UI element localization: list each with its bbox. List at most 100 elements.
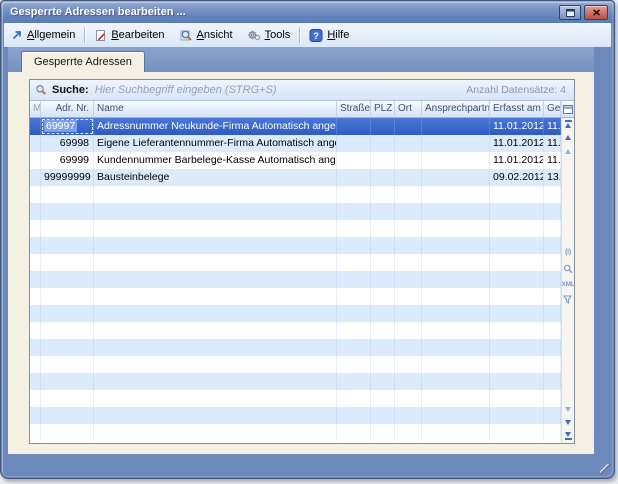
scroll-to-bottom-icon[interactable] [562,432,574,440]
cell-strasse [337,407,371,424]
cell-strasse [337,118,371,135]
column-header-ort[interactable]: Ort [395,101,422,117]
column-header-m[interactable]: M [30,101,41,117]
menu-item-bearbeiten[interactable]: Bearbeiten [87,23,171,47]
column-header-erfasst[interactable]: Erfasst am [490,101,544,117]
cell-m [30,407,41,424]
cell-erfasst: 09.02.2012 [490,169,544,186]
cell-erfasst [490,186,544,203]
cell-m [30,135,41,152]
cell-ort [395,203,422,220]
grid-body: 69997Adressnummer Neukunde-Firma Automat… [30,118,561,441]
column-chooser-icon [563,105,573,114]
table-row[interactable]: 69998Eigene Lieferantennummer-Firma Auto… [30,135,561,152]
selected-cell-text: 69997 [44,120,77,132]
close-icon [592,9,601,16]
menu-item-label: Bearbeiten [111,29,164,41]
table-row-empty [30,390,561,407]
cell-ansprechpartner [422,152,490,169]
cell-erfasst [490,424,544,441]
cell-ort [395,407,422,424]
cell-ort [395,424,422,441]
cell-plz [371,407,395,424]
tab-gesperrte-adressen[interactable]: Gesperrte Adressen [21,51,145,72]
column-header-strasse[interactable]: Straße [337,101,371,117]
cell-name [94,390,337,407]
filter-icon[interactable] [562,295,574,304]
cell-name: Kundennummer Barbelege-Kasse Automatisch… [94,152,337,169]
scroll-down-icon[interactable] [562,420,574,425]
cell-ansprechpartner [422,203,490,220]
table-row-empty [30,305,561,322]
cell-name [94,271,337,288]
cell-m [30,254,41,271]
column-header-name[interactable]: Name [94,101,337,117]
menu-item-label: Allgemein [27,29,75,41]
brackets-icon[interactable]: (I) [562,249,574,256]
cell-ge [544,407,561,424]
xml-icon[interactable]: XML [562,281,574,288]
grid-search-bar: Suche: Hier Suchbegriff eingeben (STRG+S… [30,80,574,101]
cell-ort [395,237,422,254]
column-header-plz[interactable]: PLZ [371,101,395,117]
cell-plz [371,339,395,356]
table-row-empty [30,186,561,203]
cell-m [30,186,41,203]
window-title: Gesperrte Adressen bearbeiten ... [1,6,186,18]
magnifier-icon[interactable] [562,264,574,274]
cell-m [30,288,41,305]
cell-m [30,237,41,254]
cell-ge: 13. [544,169,561,186]
cell-strasse [337,135,371,152]
cell-adr [41,322,94,339]
table-row[interactable]: 69999Kundennummer Barbelege-Kasse Automa… [30,152,561,169]
column-header-adr[interactable]: Adr. Nr. [41,101,94,117]
table-row[interactable]: 69997Adressnummer Neukunde-Firma Automat… [30,118,561,135]
cell-plz [371,152,395,169]
cell-m [30,271,41,288]
close-button[interactable] [584,5,608,20]
restore-button[interactable] [559,5,581,20]
cell-erfasst [490,305,544,322]
resize-grip[interactable] [600,464,611,475]
scroll-up-icon[interactable] [562,135,574,140]
cell-ansprechpartner [422,186,490,203]
menu-item-hilfe[interactable]: ? Hilfe [302,23,356,47]
cell-name [94,407,337,424]
scroll-to-top-icon[interactable] [562,120,574,128]
cell-adr [41,305,94,322]
cell-ansprechpartner [422,305,490,322]
cell-strasse [337,237,371,254]
svg-text:?: ? [313,30,319,41]
cell-erfasst [490,373,544,390]
table-row-empty [30,254,561,271]
cell-ansprechpartner [422,390,490,407]
cell-ort [395,135,422,152]
cell-ort [395,271,422,288]
cell-strasse [337,356,371,373]
cell-erfasst [490,288,544,305]
cell-ge [544,237,561,254]
column-header-ge[interactable]: Ge [544,101,561,117]
menu-item-allgemein[interactable]: Allgemein [4,23,82,47]
cell-ort [395,322,422,339]
search-label: Suche: [52,84,89,96]
column-chooser-button[interactable] [562,101,574,118]
cell-name [94,288,337,305]
window-controls [559,5,608,20]
table-row[interactable]: 99999999Bausteinbelege09.02.201213. [30,169,561,186]
cell-ort [395,288,422,305]
cell-ort [395,254,422,271]
scroll-up-page-icon[interactable] [562,149,574,154]
cell-erfasst: 11.01.2012 [490,118,544,135]
scroll-down-page-icon[interactable] [562,407,574,412]
menu-item-label: Ansicht [197,29,233,41]
search-input[interactable]: Hier Suchbegriff eingeben (STRG+S) [95,84,467,96]
cell-erfasst [490,322,544,339]
cell-ort [395,152,422,169]
restore-icon [566,9,575,17]
menu-item-ansicht[interactable]: Ansicht [172,23,240,47]
cell-name [94,254,337,271]
menu-item-tools[interactable]: Tools [240,23,298,47]
column-header-ansprechpartner[interactable]: Ansprechpartner [422,101,490,117]
